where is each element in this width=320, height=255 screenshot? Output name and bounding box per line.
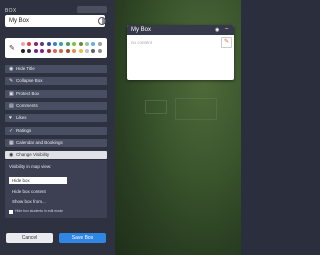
- menu-item-label: Likes: [16, 115, 27, 121]
- menu-item-label: Calendar and Bookings: [16, 139, 63, 145]
- color-swatch[interactable]: [46, 49, 51, 53]
- pencil-icon[interactable]: ✎: [9, 44, 15, 52]
- menu-item[interactable]: ✓ Ratings: [5, 126, 107, 135]
- menu-item-label: Protect Box: [16, 90, 40, 96]
- color-swatch[interactable]: [85, 42, 89, 46]
- box-content-placeholder: no content: [131, 40, 153, 45]
- color-swatch[interactable]: [72, 42, 77, 46]
- menu-item[interactable]: ◉ Hide Title: [5, 65, 107, 73]
- menu-item[interactable]: ✎ Collapse Box: [5, 77, 107, 86]
- color-swatch[interactable]: [33, 49, 38, 53]
- menu-item[interactable]: ◉ Change Visibility: [5, 151, 107, 160]
- eye-icon[interactable]: ◉: [215, 27, 219, 33]
- heart-icon: ♥: [9, 115, 12, 122]
- top-chip[interactable]: [77, 6, 107, 13]
- color-swatch[interactable]: [97, 42, 102, 46]
- menu-item-label: Hide Title: [16, 66, 35, 71]
- hide-students-label: Hide box students in edit mode: [15, 209, 64, 213]
- section-label: BOX: [5, 8, 17, 14]
- box-preview[interactable]: My Box ◉ – no content ✎: [127, 25, 234, 80]
- color-swatch[interactable]: [21, 42, 25, 46]
- box-name-input[interactable]: My Box: [5, 15, 105, 27]
- visibility-option[interactable]: Hide box content: [9, 188, 67, 195]
- edit-icon[interactable]: ✎: [221, 37, 232, 48]
- menu-item-label: Ratings: [16, 127, 32, 133]
- color-palette: ✎: [5, 38, 107, 58]
- cancel-button[interactable]: Cancel: [6, 233, 53, 243]
- color-swatch[interactable]: [65, 49, 70, 53]
- color-swatch[interactable]: [33, 42, 38, 46]
- color-swatch[interactable]: [53, 42, 57, 46]
- color-swatch[interactable]: [72, 49, 77, 53]
- visibility-title: Visibility in map view:: [9, 164, 52, 169]
- menu-item-label: Change Visibility: [16, 152, 50, 158]
- color-swatch[interactable]: [91, 42, 96, 46]
- menu-item[interactable]: ▦ Calendar and Bookings: [5, 138, 107, 147]
- color-swatch[interactable]: [27, 42, 32, 46]
- color-swatch[interactable]: [27, 49, 32, 53]
- color-swatch[interactable]: [21, 49, 25, 53]
- color-swatch[interactable]: [40, 42, 45, 46]
- minimize-icon[interactable]: –: [225, 26, 228, 32]
- wrench-icon: ✎: [9, 78, 14, 85]
- comment-icon: ▤: [9, 102, 14, 109]
- color-swatch[interactable]: [85, 49, 89, 53]
- eye-icon: ◉: [9, 152, 14, 159]
- color-swatch[interactable]: [40, 49, 45, 53]
- thumbs-up-icon: ✓: [9, 127, 14, 134]
- color-swatch[interactable]: [78, 42, 83, 46]
- menu-item-label: Comments: [16, 102, 38, 108]
- box-preview-header: My Box ◉ –: [127, 25, 234, 35]
- visibility-option[interactable]: Show box from...: [9, 198, 67, 205]
- visibility-option[interactable]: Hide box: [9, 177, 67, 184]
- lock-icon: ▣: [9, 90, 14, 97]
- menu-item[interactable]: ♥ Likes: [5, 114, 107, 123]
- color-swatch[interactable]: [97, 49, 102, 53]
- color-swatch[interactable]: [78, 49, 83, 53]
- color-swatch[interactable]: [46, 42, 51, 46]
- color-swatch[interactable]: [65, 42, 70, 46]
- menu-item[interactable]: ▣ Protect Box: [5, 89, 107, 98]
- color-swatch[interactable]: [59, 42, 64, 46]
- color-swatch[interactable]: [91, 49, 96, 53]
- visibility-section: Visibility in map view: Hide box Hide box…: [5, 160, 107, 218]
- box-preview-title: My Box: [131, 27, 152, 33]
- contrast-toggle-icon[interactable]: [98, 17, 106, 25]
- box-editor-panel: BOX My Box ✎ ◉ Hide Title ✎ Collapse Box ▣ Pr…: [0, 0, 115, 255]
- menu-item[interactable]: ▤ Comments: [5, 101, 107, 110]
- menu-item-label: Collapse Box: [16, 78, 43, 84]
- eye-slash-icon: ◉: [9, 66, 14, 72]
- color-swatch[interactable]: [53, 49, 57, 53]
- hide-students-checkbox[interactable]: [9, 210, 13, 214]
- calendar-icon: ▦: [9, 139, 14, 146]
- color-swatch[interactable]: [59, 49, 64, 53]
- save-box-button[interactable]: Save Box: [59, 233, 106, 243]
